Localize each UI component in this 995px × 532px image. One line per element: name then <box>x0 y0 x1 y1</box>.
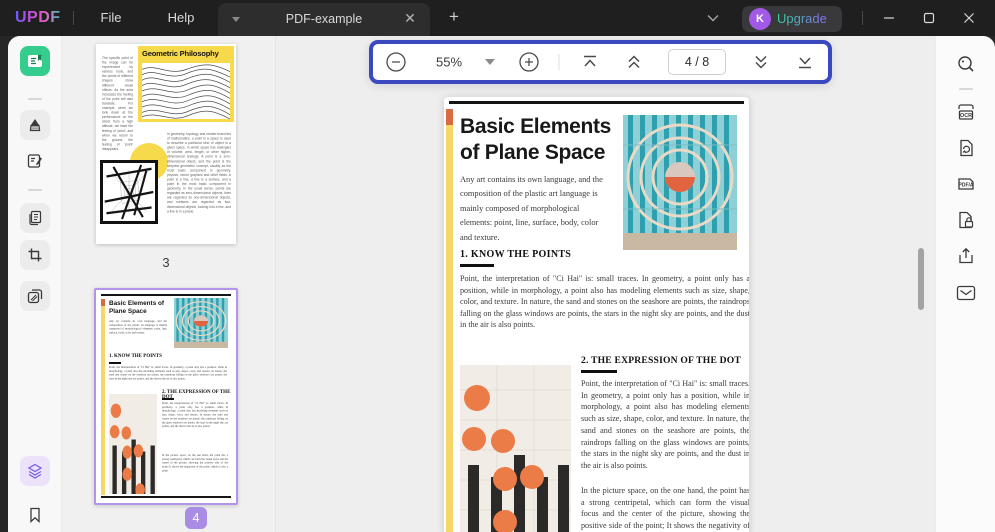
app-window: Geometric Philosophy <box>8 36 995 532</box>
next-page-button[interactable] <box>753 55 769 70</box>
section-2-heading-rule <box>581 370 617 373</box>
dots-and-bars-image <box>460 365 571 532</box>
thumb4-bottom-rule <box>101 496 231 498</box>
menu-file[interactable]: File <box>96 0 126 36</box>
thumbnail-panel: Geometric Philosophy <box>62 36 275 532</box>
thumb4-heading-1: 1. KNOW THE POINTS <box>109 354 162 359</box>
teal-circles-image <box>623 115 737 250</box>
page-intro-text: Any art contains its own language, and t… <box>460 173 612 245</box>
first-page-button[interactable] <box>582 55 598 69</box>
zoom-in-button[interactable] <box>518 51 540 73</box>
thumbnail-page-3[interactable]: Geometric Philosophy <box>96 44 236 244</box>
thumb3-page-number: 3 <box>96 255 236 270</box>
zoom-level-value[interactable]: 55% <box>436 55 462 70</box>
window-controls-divider <box>862 11 863 25</box>
section-2-heading: 2. THE EXPRESSION OF THE DOT <box>581 355 741 366</box>
page-orange-mark <box>446 109 453 125</box>
thumb4-heading-1-rule <box>109 362 121 364</box>
avatar[interactable]: K <box>749 8 771 30</box>
tab-close-icon[interactable]: ✕ <box>402 3 418 36</box>
thumb4-heading-2-rule <box>162 398 174 400</box>
zoom-page-toolbar: 55% 4 / 8 <box>369 40 832 84</box>
minimize-button[interactable] <box>873 0 905 36</box>
thumb4-orange-mark <box>101 299 105 306</box>
titlebar-chevron-down-icon[interactable] <box>703 0 723 36</box>
zoom-dropdown-caret-icon[interactable] <box>485 59 495 65</box>
thumb4-page-number-badge: 4 <box>185 507 207 529</box>
stamp-icon[interactable] <box>20 281 50 311</box>
thumb4-intro-text: Any art contains its own language, and t… <box>109 320 167 335</box>
thumb3-line-art <box>100 160 158 224</box>
new-tab-button[interactable]: + <box>444 0 464 36</box>
thumb4-paragraph-3: In the picture space, on the one hand, t… <box>162 454 228 473</box>
thumb4-paragraph-1: Point, the interpretation of "Ci Hai" is… <box>109 366 227 381</box>
thumb3-wave-art <box>142 63 230 119</box>
thumb4-yellow-bar <box>101 299 105 495</box>
thumb3-left-text: The specific point of the image can be e… <box>102 56 133 151</box>
share-icon[interactable] <box>952 242 980 270</box>
thumb4-teal-image <box>174 298 228 348</box>
svg-text:OCR: OCR <box>960 113 972 119</box>
upgrade-button[interactable]: K Upgrade <box>742 6 842 32</box>
toolbar-divider <box>559 54 560 70</box>
section-2-paragraph-1: Point, the interpretation of "Ci Hai" is… <box>581 378 749 472</box>
title-bar: UPDF File Help PDF-example ✕ + K Upgrade <box>0 0 995 36</box>
upgrade-label: Upgrade <box>777 6 827 32</box>
left-tool-rail <box>8 36 62 532</box>
thumb3-title-block: Geometric Philosophy <box>138 46 234 122</box>
zoom-out-button[interactable] <box>385 51 407 73</box>
protect-icon[interactable] <box>952 206 980 234</box>
mail-icon[interactable] <box>952 279 980 307</box>
search-icon[interactable] <box>952 50 980 78</box>
previous-page-button[interactable] <box>626 55 642 70</box>
close-button[interactable] <box>953 0 985 36</box>
thumbnail-page-4-selected[interactable]: Basic Elements of Plane Space Any art co… <box>94 288 238 505</box>
section-2-paragraph-2: In the picture space, on the one hand, t… <box>581 485 749 532</box>
maximize-button[interactable] <box>913 0 945 36</box>
menu-help[interactable]: Help <box>164 0 198 36</box>
section-1-paragraph: Point, the interpretation of "Ci Hai" is… <box>460 273 749 331</box>
page-yellow-bar <box>446 109 453 532</box>
reader-icon[interactable] <box>20 46 50 76</box>
convert-icon[interactable] <box>952 134 980 162</box>
rail-divider <box>28 98 42 100</box>
thumb3-right-text: In geometry, topology and related branch… <box>167 132 231 214</box>
highlighter-icon[interactable] <box>20 110 50 140</box>
app-logo: UPDF <box>15 0 61 36</box>
crop-icon[interactable] <box>20 240 50 270</box>
thumb3-title: Geometric Philosophy <box>142 49 230 58</box>
document-viewer: 55% 4 / 8 <box>275 36 935 532</box>
page-title: Basic Elements of Plane Space <box>460 114 625 166</box>
layers-icon[interactable] <box>20 456 50 486</box>
organize-pages-icon[interactable] <box>20 203 50 233</box>
section-1-heading: 1. KNOW THE POINTS <box>460 249 571 260</box>
annotate-icon[interactable] <box>20 146 50 176</box>
menu-divider <box>73 11 74 25</box>
svg-text:PDF/A: PDF/A <box>958 182 973 188</box>
ocr-icon[interactable]: OCR <box>952 98 980 126</box>
pdfa-icon[interactable]: PDF/A <box>952 170 980 198</box>
tab-title: PDF-example <box>218 3 430 36</box>
last-page-button[interactable] <box>797 55 813 69</box>
right-tool-rail: OCR PDF/A <box>935 36 995 532</box>
pdf-page-4[interactable]: Basic Elements of Plane Space Any art co… <box>444 97 749 532</box>
viewer-scrollbar-thumb[interactable] <box>918 248 924 310</box>
rail-divider <box>959 88 973 90</box>
thumb4-top-rule <box>101 294 231 296</box>
thumb4-dots-image <box>109 394 157 494</box>
thumb4-paragraph-2: Point, the interpretation of "Ci Hai" is… <box>162 402 228 429</box>
rail-divider <box>28 189 42 191</box>
section-1-heading-rule <box>460 264 494 267</box>
thumb4-title: Basic Elements of Plane Space <box>109 300 171 316</box>
page-number-input[interactable]: 4 / 8 <box>668 49 726 75</box>
document-tab[interactable]: PDF-example ✕ <box>218 3 430 36</box>
bookmark-icon[interactable] <box>20 500 50 530</box>
page-top-rule <box>449 101 744 104</box>
